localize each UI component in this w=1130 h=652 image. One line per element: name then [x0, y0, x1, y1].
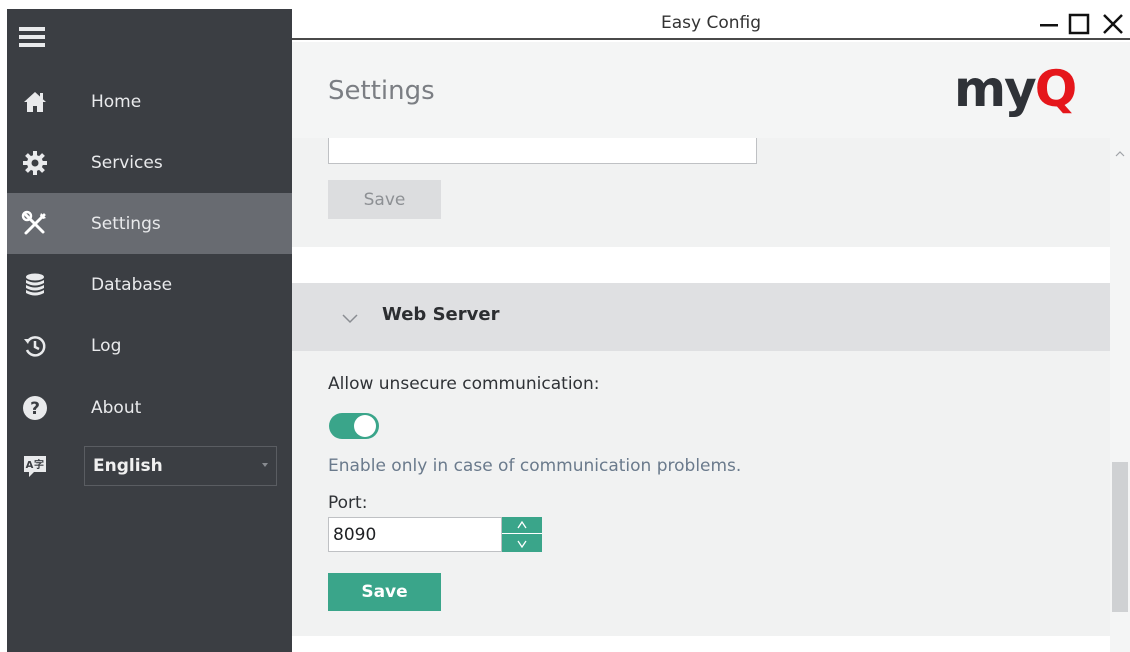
save-button-disabled[interactable]: Save — [328, 180, 441, 219]
sidebar-item-label: Database — [91, 274, 173, 295]
toggle-knob — [354, 415, 376, 437]
hint-text: Enable only in case of communication pro… — [328, 456, 742, 476]
history-icon — [21, 332, 49, 360]
minimize-icon[interactable] — [1034, 9, 1064, 39]
sidebar-item-log[interactable]: Log — [7, 315, 292, 376]
sidebar-item-settings[interactable]: Settings — [7, 193, 292, 254]
port-label: Port: — [328, 493, 368, 513]
hamburger-menu-icon[interactable] — [19, 27, 45, 47]
scrollbar[interactable] — [1110, 138, 1130, 652]
sidebar-item-home[interactable]: Home — [7, 71, 292, 132]
title-bar: Easy Config — [292, 9, 1130, 40]
section-title: Web Server — [382, 304, 500, 325]
sidebar-item-label: About — [91, 397, 142, 418]
chevron-down-icon — [262, 463, 268, 467]
sidebar-item-label: Settings — [91, 213, 161, 234]
window-title: Easy Config — [660, 13, 762, 33]
chevron-down-icon — [342, 309, 358, 328]
text-field[interactable] — [328, 138, 757, 164]
svg-text:字: 字 — [34, 458, 44, 471]
close-icon[interactable] — [1098, 9, 1128, 39]
easy-config-window: Home Services Settings Database Log ? Ab… — [0, 0, 1130, 652]
language-select-value: English — [93, 456, 163, 476]
scrollbar-thumb[interactable] — [1112, 462, 1128, 612]
chevron-up-icon[interactable] — [1114, 144, 1126, 157]
unsecure-communication-label: Allow unsecure communication: — [328, 374, 600, 394]
myq-logo: myQ — [954, 60, 1077, 118]
sidebar-item-about[interactable]: ? About — [7, 377, 292, 438]
sidebar-item-services[interactable]: Services — [7, 132, 292, 193]
web-server-section-header[interactable]: Web Server — [292, 283, 1110, 351]
settings-block: Save — [292, 138, 1110, 247]
port-stepper — [502, 517, 542, 552]
chevron-down-icon[interactable] — [502, 535, 542, 552]
sidebar-item-database[interactable]: Database — [7, 254, 292, 315]
page-title: Settings — [328, 76, 435, 106]
sidebar-item-label: Home — [91, 91, 142, 112]
maximize-icon[interactable] — [1064, 9, 1094, 39]
svg-text:?: ? — [30, 399, 40, 419]
save-button[interactable]: Save — [328, 573, 441, 611]
settings-content: Save Web Server Allow unsecure communica… — [292, 138, 1110, 652]
gear-icon — [21, 149, 49, 177]
unsecure-communication-toggle[interactable] — [329, 413, 379, 439]
sidebar-item-label: Services — [91, 152, 163, 173]
language-icon: A字 — [21, 453, 49, 481]
help-icon: ? — [21, 394, 49, 422]
page-header: Settings myQ — [292, 42, 1130, 138]
web-server-section-body: Allow unsecure communication: Enable onl… — [292, 351, 1110, 636]
database-icon — [21, 271, 49, 299]
sidebar-item-label: Log — [91, 335, 122, 356]
svg-text:A: A — [26, 460, 34, 471]
home-icon — [21, 88, 49, 116]
chevron-up-icon[interactable] — [502, 517, 542, 534]
tools-icon — [21, 210, 49, 238]
language-select[interactable]: English — [84, 446, 277, 486]
port-input[interactable]: 8090 — [328, 517, 502, 552]
sidebar: Home Services Settings Database Log ? Ab… — [7, 9, 292, 652]
